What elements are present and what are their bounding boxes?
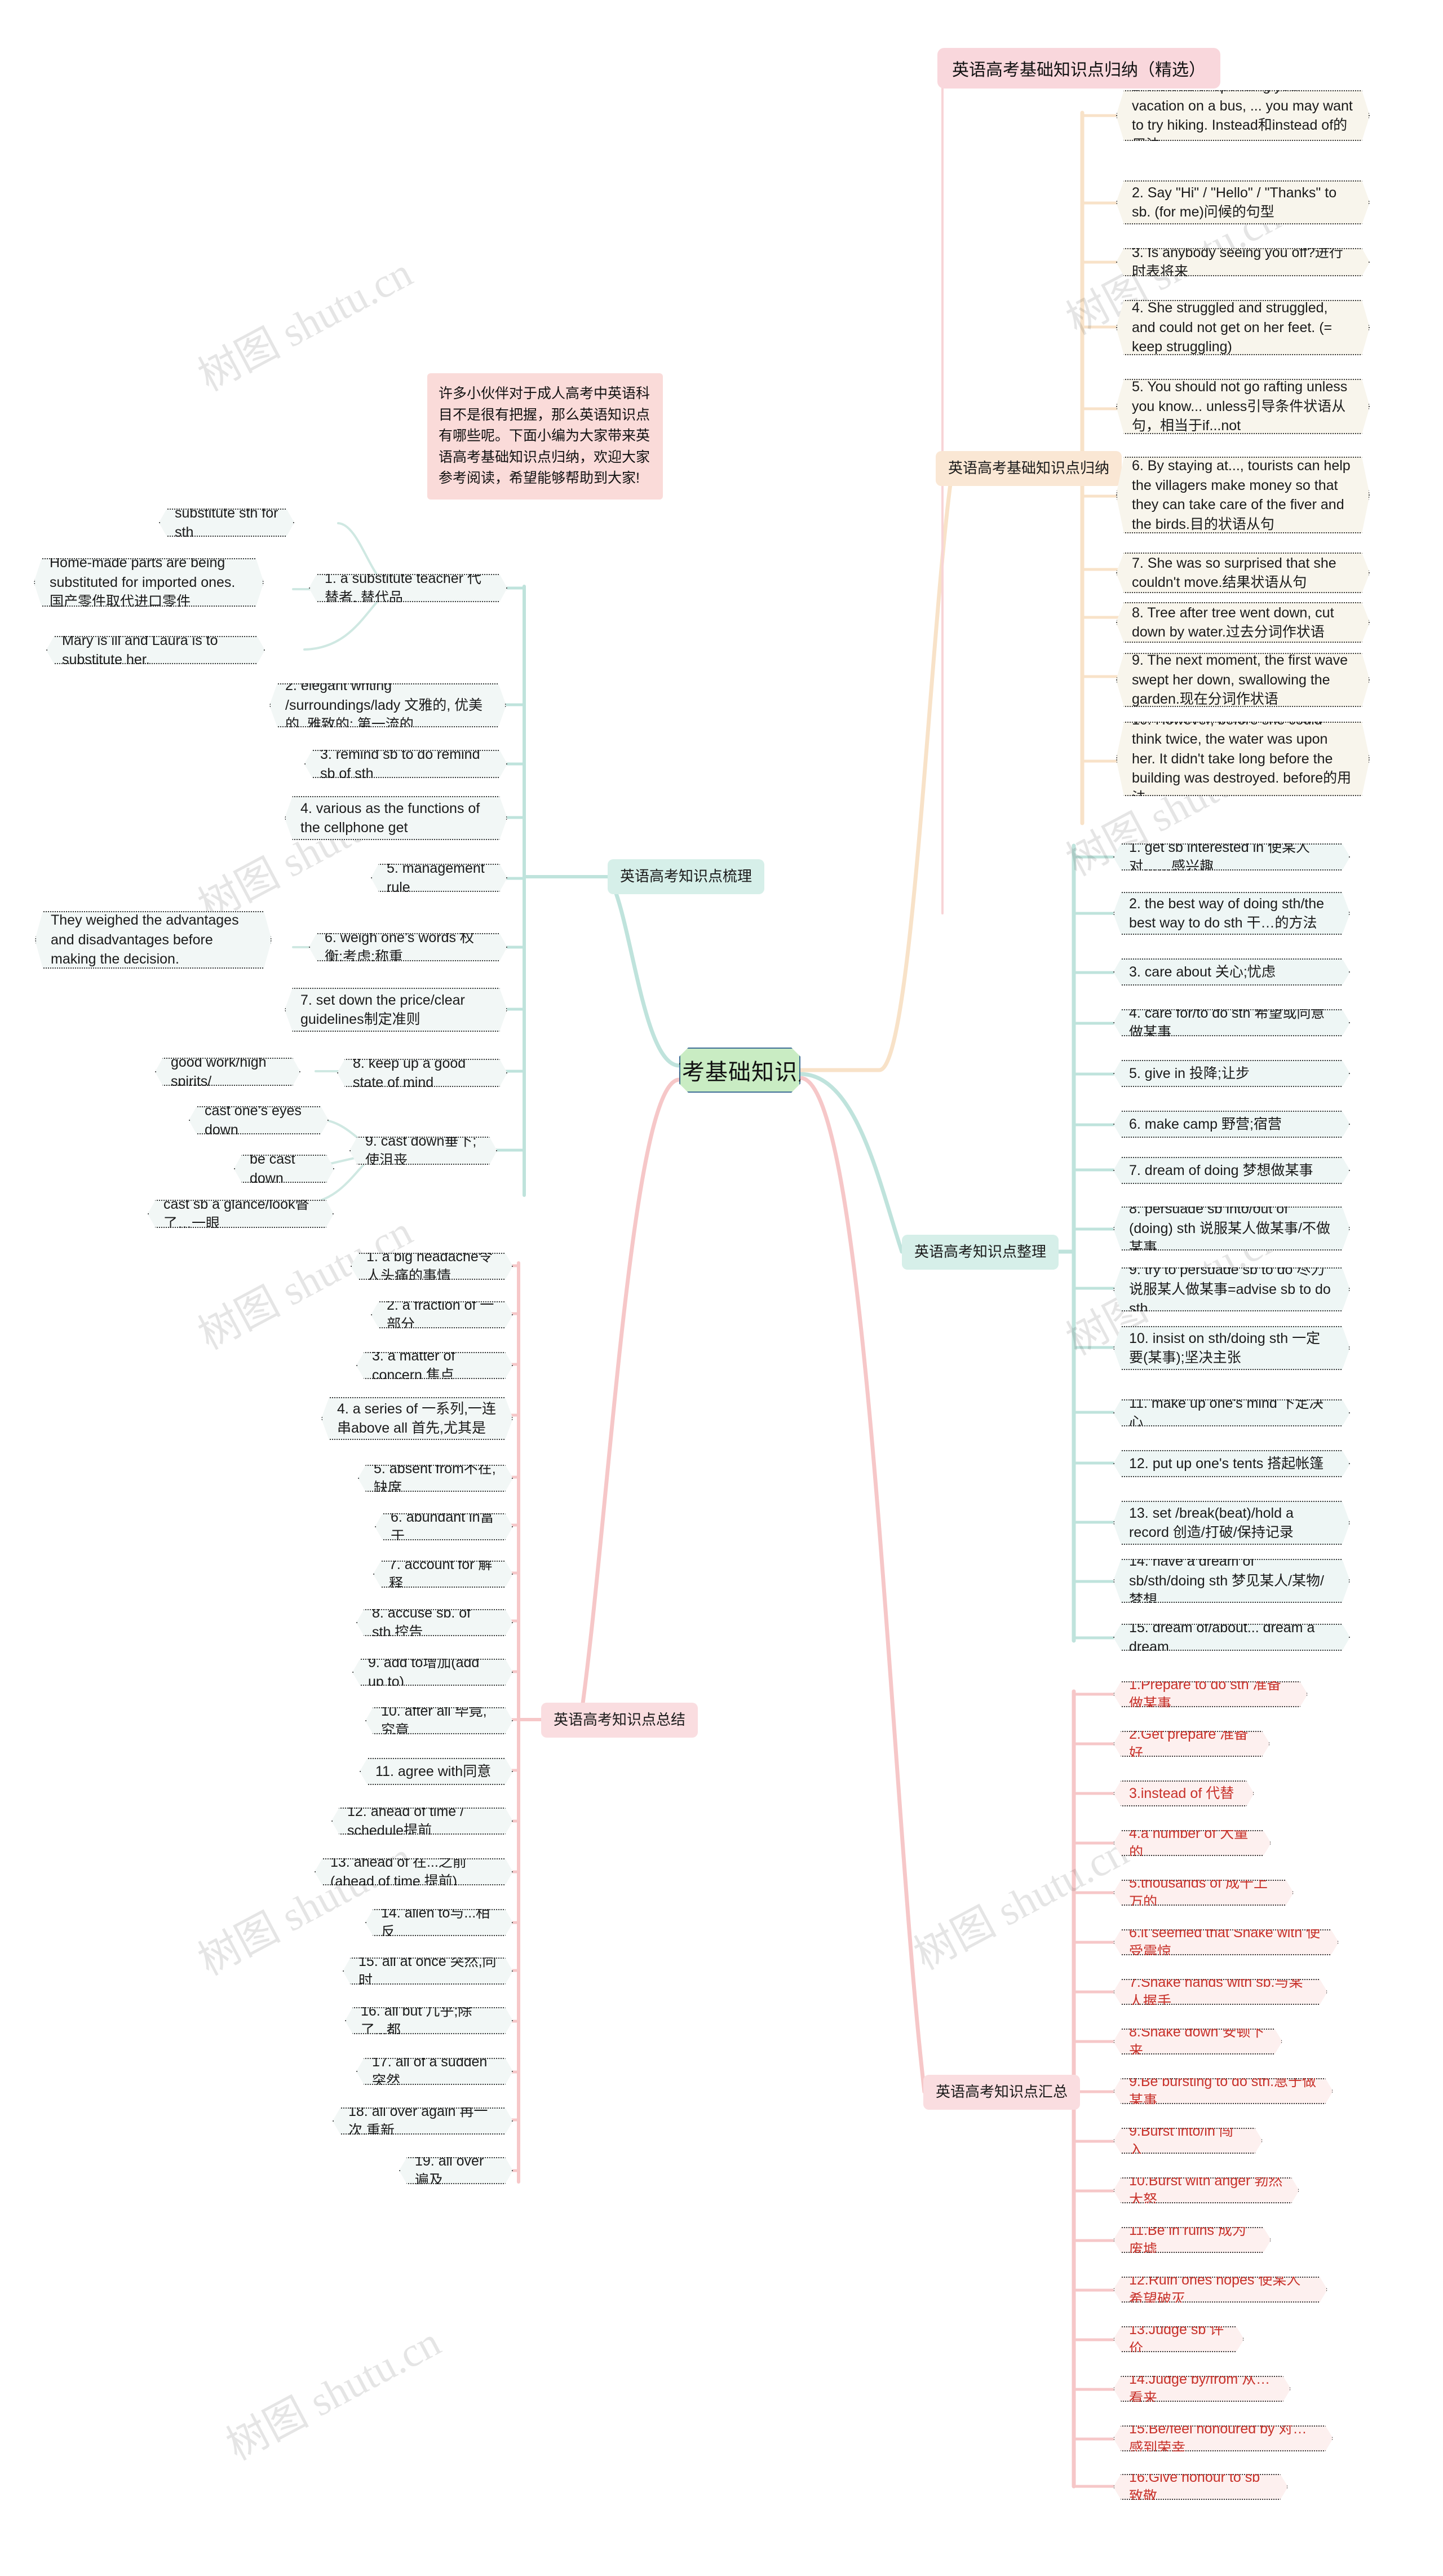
list-item[interactable]: 8. keep up a good state of mind — [337, 1059, 507, 1087]
list-item[interactable]: 1. a big headache令人头痛的事情 — [351, 1253, 513, 1280]
list-item[interactable]: 6.it seemed that Shake with 使受震惊 — [1113, 1929, 1339, 1955]
list-item[interactable]: 9.Be bursting to do sth.急于做某事 — [1113, 2078, 1333, 2104]
branch-label-zongjie[interactable]: 英语高考知识点总结 — [541, 1703, 698, 1738]
list-item[interactable]: 8. persuade sb into/out of (doing) sth 说… — [1113, 1207, 1350, 1251]
list-item[interactable]: 8. accuse sb. of sth.控告 — [356, 1609, 513, 1636]
list-item[interactable]: 5.thousands of 成千上万的 — [1113, 1880, 1294, 1906]
list-item[interactable]: 5. give in 投降;让步 — [1113, 1060, 1350, 1087]
watermark: 树图 shutu.cn — [191, 779, 420, 931]
list-item[interactable]: 4. a series of 一系列,一连串above all 首先,尤其是 — [321, 1397, 513, 1440]
list-item[interactable]: substitute sth for sth — [159, 509, 294, 537]
list-item[interactable]: 15. all at once 突然,同时 — [343, 1958, 513, 1985]
list-item[interactable]: 7. account for 解释 — [373, 1561, 513, 1588]
list-item[interactable]: 15. dream of/about... dream a dream — [1113, 1624, 1350, 1651]
list-item[interactable]: 5. You should not go rafting unless you … — [1116, 379, 1370, 434]
list-item[interactable]: 3. remind sb to do remind sb of sth — [304, 750, 507, 778]
list-item[interactable]: 11. make up one's mind 下定决心 — [1113, 1399, 1350, 1426]
list-item[interactable]: 7. She was so surprised that she couldn'… — [1116, 553, 1370, 593]
list-item[interactable]: 7. dream of doing 梦想做某事 — [1113, 1157, 1350, 1184]
list-item[interactable]: 11.Be in ruins 成为废墟 — [1113, 2227, 1271, 2253]
list-item[interactable]: 3.instead of 代替 — [1113, 1780, 1254, 1806]
list-item[interactable]: 10. insist on sth/doing sth 一定要(某事);坚决主张 — [1113, 1326, 1350, 1370]
list-item[interactable]: 10.Burst with anger 勃然大怒 — [1113, 2177, 1299, 2203]
mindmap-canvas: 树图 shutu.cn 树图 shutu.cn 树图 shutu.cn 树图 s… — [0, 0, 1443, 2576]
watermark: 树图 shutu.cn — [219, 2318, 448, 2470]
list-item[interactable]: 2. a fraction of 一部分 — [371, 1301, 513, 1328]
list-item[interactable]: 9. cast down垂下; 使沮丧 — [349, 1137, 497, 1165]
list-item[interactable]: 18. all over again 再一次,重新 — [333, 2107, 513, 2135]
list-item[interactable]: cast sb a glance/look瞥了…一眼 — [148, 1200, 334, 1228]
list-item[interactable]: 13.Judge sb 评价 — [1113, 2326, 1244, 2352]
list-item[interactable]: 9.Burst into/in 闯入 — [1113, 2128, 1263, 2154]
list-item[interactable]: cast one’s eyes down — [189, 1106, 329, 1134]
list-item[interactable]: 4. care for/to do sth 希望或同意做某事 — [1113, 1009, 1350, 1036]
list-item[interactable]: 12. put up one's tents 搭起帐篷 — [1113, 1450, 1350, 1477]
list-item[interactable]: 2. the best way of doing sth/the best wa… — [1113, 892, 1350, 935]
list-item[interactable]: 8. Tree after tree went down, cut down b… — [1116, 602, 1370, 643]
list-item[interactable]: 10. after all 毕竟,究竟 — [365, 1707, 513, 1734]
list-item[interactable]: 12. ahead of time / schedule提前 — [331, 1808, 513, 1835]
list-item[interactable]: 5. management rule — [371, 864, 507, 892]
root-node[interactable]: 英语高考基础知识点归纳 — [679, 1048, 800, 1093]
list-item[interactable]: 3. Is anybody seeing you off?进行时表将来 — [1116, 248, 1370, 276]
watermark: 树图 shutu.cn — [191, 249, 420, 401]
list-item[interactable]: 9. add to增加(add up to) — [352, 1659, 513, 1686]
list-item[interactable]: 7.Shake hands with sb.与某人握手 — [1113, 1979, 1327, 2005]
list-item[interactable]: good work/high spirits/ — [155, 1058, 300, 1086]
watermark: 树图 shutu.cn — [907, 1828, 1136, 1980]
list-item[interactable]: 3. care about 关心;忧虑 — [1113, 958, 1350, 986]
list-item[interactable]: 6. By staying at..., tourists can help t… — [1116, 457, 1370, 533]
list-item[interactable]: 9. try to persuade sb to do 尽力说服某人做某事=ad… — [1113, 1267, 1350, 1311]
branch-label-zhengli[interactable]: 英语高考知识点整理 — [902, 1235, 1059, 1270]
branch-label-shuli[interactable]: 英语高考知识点梳理 — [608, 859, 765, 894]
list-item[interactable]: be cast down — [234, 1155, 334, 1183]
list-item[interactable]: 12.Ruin ones hopes 使某人希望破灭 — [1113, 2277, 1327, 2303]
list-item[interactable]: 6. abundant in富于 — [375, 1513, 513, 1540]
list-item[interactable]: 13. set /break(beat)/hold a record 创造/打破… — [1113, 1501, 1350, 1545]
list-item[interactable]: 10. However, before she could think twic… — [1116, 722, 1370, 796]
list-item[interactable]: 6. make camp 野营;宿营 — [1113, 1111, 1350, 1138]
list-item[interactable]: 2. Say "Hi" / "Hello" / "Thanks" to sb. … — [1116, 180, 1370, 224]
branch-label-jichu[interactable]: 英语高考基础知识点归纳 — [936, 451, 1122, 486]
list-item[interactable]: 14. alien to与...相反 — [365, 1909, 513, 1936]
list-item[interactable]: 9. The next moment, the first wave swept… — [1116, 653, 1370, 707]
list-item[interactable]: 16. all but 几乎;除了...都 — [345, 2007, 513, 2034]
list-item[interactable]: 14. have a dream of sb/sth/doing sth 梦见某… — [1113, 1559, 1350, 1603]
list-item[interactable]: Home-made parts are being substituted fo… — [34, 558, 264, 607]
list-item[interactable]: 1.Prepare to do sth 准备做某事 — [1113, 1681, 1308, 1707]
list-item[interactable]: 3. a matter of concern 焦点 — [356, 1352, 513, 1379]
list-item[interactable]: 17. all of a sudden 突然 — [356, 2058, 513, 2085]
intro-note: 许多小伙伴对于成人高考中英语科目不是很有把握，那么英语知识点有哪些呢。下面小编为… — [427, 373, 663, 500]
list-item[interactable]: 7. set down the price/clear guidelines制定… — [285, 988, 507, 1032]
list-item[interactable]: 8.Shake down 安顿下来 — [1113, 2029, 1282, 2054]
list-item[interactable]: 6. weigh one’s words 权衡;考虑;称重 — [309, 933, 507, 961]
list-item[interactable]: 5. absent from不在,缺席 — [358, 1465, 513, 1492]
list-item[interactable]: 4. various as the functions of the cellp… — [285, 796, 507, 840]
list-item[interactable]: Mary is ill and Laura is to substitute h… — [46, 636, 265, 664]
list-item[interactable]: They weighed the advantages and disadvan… — [35, 911, 272, 969]
list-item[interactable]: 4. She struggled and struggled, and coul… — [1116, 300, 1370, 355]
list-item[interactable]: 4.a number of 大量的 — [1113, 1830, 1271, 1856]
list-item[interactable]: 14.Judge by/from 从…看来 — [1113, 2376, 1291, 2402]
list-item[interactable]: 13. ahead of 在...之前(ahead of time 提前) — [315, 1858, 513, 1885]
list-item[interactable]: 11. agree with同意 — [360, 1758, 513, 1785]
list-item[interactable]: 2. elegant writing /surroundings/lady 文雅… — [269, 683, 506, 727]
branch-label-huizong[interactable]: 英语高考知识点汇总 — [923, 2075, 1081, 2110]
list-item[interactable]: 1. a substitute teacher 代替者, 替代品 — [309, 574, 507, 602]
list-item[interactable]: 19. all over 遍及 — [399, 2157, 513, 2184]
list-item[interactable]: 1. Instead of spending your vacation on … — [1116, 90, 1370, 141]
list-item[interactable]: 1. get sb interested in 使某人对……感兴趣 — [1113, 843, 1350, 871]
list-item[interactable]: 15.Be/feel honoured by 对…感到荣幸 — [1113, 2425, 1333, 2451]
list-item[interactable]: 2.Get prepare 准备好 — [1113, 1731, 1270, 1757]
title-pill[interactable]: 英语高考基础知识点归纳（精选） — [937, 48, 1220, 89]
list-item[interactable]: 16.Give honour to sb 致敬 — [1113, 2474, 1288, 2500]
